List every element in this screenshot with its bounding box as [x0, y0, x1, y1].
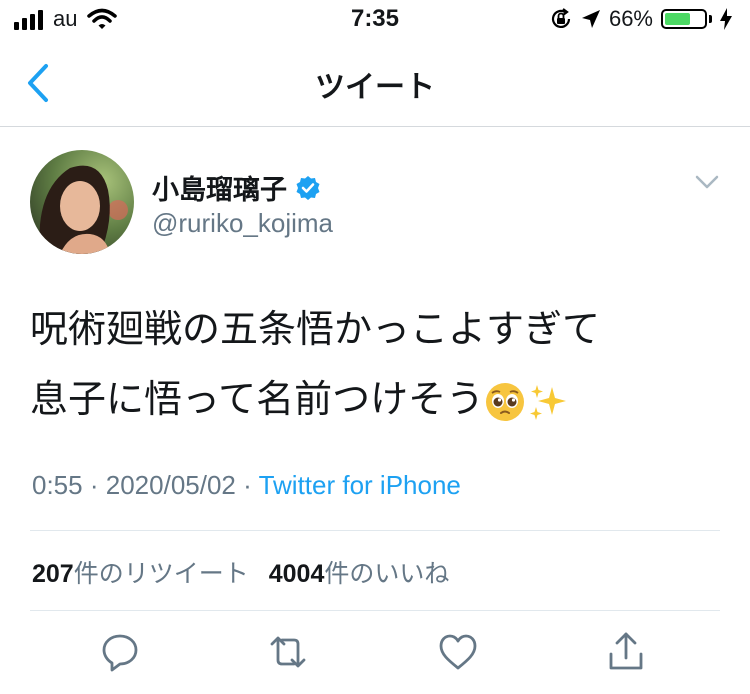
status-bar: au 7:35 66% — [0, 0, 750, 40]
display-name-text: 小島瑠璃子 — [152, 175, 287, 206]
share-icon — [609, 632, 643, 670]
tweet-text-line-1: 呪術廻戦の五条悟かっこよすぎて — [30, 307, 601, 351]
reply-button[interactable] — [98, 630, 142, 674]
battery-fill — [665, 13, 690, 25]
status-right: 66% — [549, 6, 732, 32]
sparkles-emoji — [530, 384, 567, 420]
user-handle[interactable]: @ruriko_kojima — [152, 208, 333, 239]
tweet-source-link[interactable]: Twitter for iPhone — [259, 470, 461, 500]
avatar[interactable] — [30, 150, 134, 254]
retweets-stat[interactable]: 207件のリツイート — [32, 554, 249, 590]
tweet-text-line-2: 息子に悟って名前つけそう — [30, 364, 720, 434]
verified-badge-icon — [296, 175, 320, 200]
pleading-face-emoji — [486, 382, 525, 421]
likes-label: 件のいいね — [324, 559, 450, 588]
divider — [30, 610, 720, 611]
tweet-text: 呪術廻戦の五条悟かっこよすぎて 息子に悟って名前つけそう — [30, 294, 720, 434]
charging-bolt-icon — [720, 8, 732, 30]
avatar-image — [30, 150, 134, 254]
meta-separator: · — [89, 470, 99, 500]
battery-cap — [709, 15, 712, 23]
divider — [30, 530, 720, 531]
likes-stat[interactable]: 4004件のいいね — [269, 554, 450, 590]
tweet-meta: 0:55 · 2020/05/02 · Twitter for iPhone — [32, 470, 461, 501]
meta-separator-2: · — [243, 470, 252, 500]
like-button[interactable] — [436, 630, 480, 674]
chevron-down-icon — [695, 175, 719, 189]
display-name[interactable]: 小島瑠璃子 — [152, 168, 321, 207]
like-icon — [439, 634, 477, 670]
tweet-stats: 207件のリツイート 4004件のいいね — [32, 554, 449, 590]
reply-icon — [102, 634, 138, 672]
page-title: ツイート — [315, 70, 435, 105]
retweet-button[interactable] — [266, 630, 310, 674]
location-arrow-icon — [581, 10, 600, 28]
battery-icon — [661, 9, 707, 29]
share-button[interactable] — [604, 630, 648, 674]
likes-count: 4004 — [268, 560, 325, 588]
tweet-text-line-2-text: 息子に悟って名前つけそう — [30, 377, 485, 421]
tweet-header: 小島瑠璃子 @ruriko_kojima — [30, 150, 720, 260]
nav-bar: ツイート — [0, 40, 750, 127]
tweet-time: 0:55 — [32, 470, 83, 500]
tweet-date: 2020/05/02 — [105, 470, 236, 500]
tweet-actions — [0, 630, 750, 680]
retweet-icon — [270, 636, 306, 668]
more-options-button[interactable] — [694, 172, 720, 192]
retweets-count: 207 — [32, 560, 74, 588]
orientation-lock-icon — [551, 8, 571, 28]
retweets-label: 件のリツイート — [73, 559, 249, 588]
battery-percent: 66% — [608, 6, 653, 31]
